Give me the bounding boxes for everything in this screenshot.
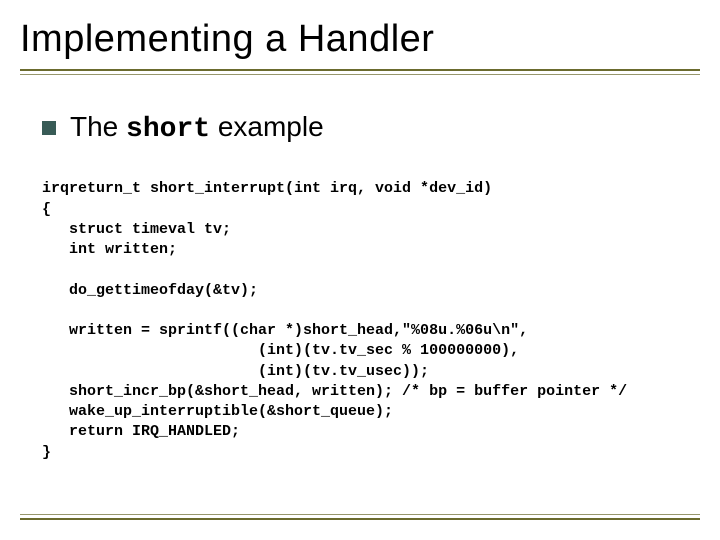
footer-divider	[20, 514, 700, 524]
code-line: (int)(tv.tv_sec % 100000000),	[42, 342, 519, 359]
code-line: int written;	[42, 241, 177, 258]
title-area: Implementing a Handler	[0, 0, 720, 79]
code-line: do_gettimeofday(&tv);	[42, 282, 258, 299]
code-line: return IRQ_HANDLED;	[42, 423, 240, 440]
bullet-text: The short example	[70, 111, 324, 145]
bullet-item: The short example	[42, 111, 678, 145]
bullet-mono: short	[126, 114, 210, 145]
slide-body: The short example irqreturn_t short_inte…	[0, 79, 720, 483]
code-line: written = sprintf((char *)short_head,"%0…	[42, 322, 528, 339]
code-block: irqreturn_t short_interrupt(int irq, voi…	[42, 159, 678, 483]
title-divider	[20, 69, 700, 79]
code-line: wake_up_interruptible(&short_queue);	[42, 403, 393, 420]
code-line: (int)(tv.tv_usec));	[42, 363, 429, 380]
code-line: struct timeval tv;	[42, 221, 231, 238]
bullet-prefix: The	[70, 111, 126, 142]
code-line: {	[42, 201, 51, 218]
slide-title: Implementing a Handler	[20, 18, 700, 67]
bullet-suffix: example	[210, 111, 324, 142]
code-line: short_incr_bp(&short_head, written); /* …	[42, 383, 627, 400]
code-line: irqreturn_t short_interrupt(int irq, voi…	[42, 180, 492, 197]
bullet-marker-icon	[42, 121, 56, 135]
slide: Implementing a Handler The short example…	[0, 0, 720, 540]
code-line: }	[42, 444, 51, 461]
